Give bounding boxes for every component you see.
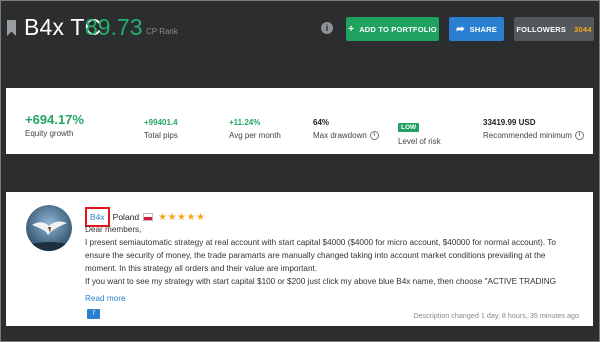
info-icon[interactable]: i xyxy=(321,22,333,34)
share-button[interactable]: ➦ SHARE xyxy=(449,17,504,41)
total-pips-label: Total pips xyxy=(144,131,178,140)
stat-total-pips: +99401.4 Total pips xyxy=(144,118,178,140)
profile-card: B4x Poland ★★★★★ Dear members, I present… xyxy=(6,192,593,326)
stat-max-drawdown: 64% Max drawdown i xyxy=(313,118,379,140)
cp-rank-value: 89.73 xyxy=(85,14,143,40)
country-name: Poland xyxy=(112,212,140,222)
add-to-portfolio-button[interactable]: + ADD TO PORTFOLIO xyxy=(346,17,439,41)
avg-per-month-label: Avg per month xyxy=(229,131,281,140)
description-line: If you want to see my strategy with star… xyxy=(85,277,557,286)
comments-count-badge[interactable]: 7 xyxy=(87,309,100,319)
equity-growth-value: +694.17% xyxy=(25,112,84,127)
description-changed-timestamp: Description changed 1 day, 8 hours, 35 m… xyxy=(413,311,579,320)
stat-avg-per-month: +11.24% Avg per month xyxy=(229,118,281,140)
cp-rank-label: CP Rank xyxy=(146,27,178,36)
max-drawdown-label: Max drawdown xyxy=(313,131,367,140)
equity-growth-label: Equity growth xyxy=(25,129,74,138)
add-to-portfolio-label: ADD TO PORTFOLIO xyxy=(359,24,437,34)
avatar[interactable] xyxy=(26,205,72,251)
stat-equity-growth: +694.17% Equity growth xyxy=(25,112,84,138)
stats-card: +694.17% Equity growth +99401.4 Total pi… xyxy=(6,88,593,154)
plus-icon: + xyxy=(348,23,355,35)
description-line: Dear members, xyxy=(85,225,142,234)
recommended-minimum-info-icon[interactable]: i xyxy=(574,131,584,140)
followers-count: 3044 xyxy=(574,24,592,34)
stat-risk: LOW Level of risk xyxy=(398,116,441,146)
stat-recommended-minimum: 33419.99 USD Recommended minimum i xyxy=(483,118,584,140)
recommended-minimum-label: Recommended minimum xyxy=(483,131,572,140)
recommended-minimum-value: 33419.99 USD xyxy=(483,118,536,127)
recommended-minimum-row: Recommended minimum i xyxy=(483,131,584,140)
rating-stars: ★★★★★ xyxy=(158,211,206,223)
share-label: SHARE xyxy=(469,24,497,34)
poland-flag-icon xyxy=(143,213,154,221)
strategy-description: Dear members, I present semiautomatic st… xyxy=(85,223,575,288)
max-drawdown-value: 64% xyxy=(313,118,330,127)
risk-label: Level of risk xyxy=(398,137,441,146)
read-more-link[interactable]: Read more xyxy=(85,294,126,303)
followers-label: FOLLOWERS xyxy=(516,24,567,34)
total-pips-value: +99401.4 xyxy=(144,118,178,127)
max-drawdown-info-icon[interactable]: i xyxy=(369,131,379,140)
risk-badge: LOW xyxy=(398,123,420,132)
description-line: I present semiautomatic strategy at real… xyxy=(85,238,556,273)
max-drawdown-row: Max drawdown i xyxy=(313,131,379,140)
avg-per-month-value: +11.24% xyxy=(229,118,261,127)
followers-button[interactable]: FOLLOWERS 3044 xyxy=(514,17,594,41)
share-arrow-icon: ➦ xyxy=(456,23,465,35)
bookmark-icon[interactable] xyxy=(7,20,16,36)
